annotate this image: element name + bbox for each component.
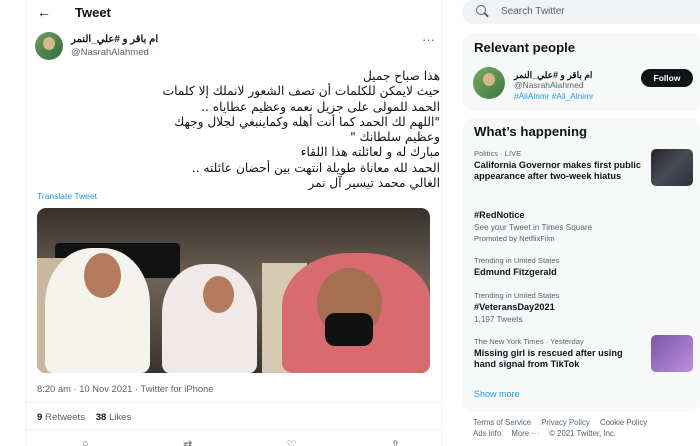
follow-button[interactable]: Follow [641,69,693,87]
tweet-line: حيث لايمكن للكلمات أن تصف الشعور لانملك … [162,84,440,99]
news-thumbnail[interactable] [651,335,693,372]
like-icon[interactable]: ♡ [287,438,297,446]
reply-icon[interactable]: ○ [82,438,89,446]
retweet-icon[interactable]: ⇄ [183,438,192,446]
search-placeholder[interactable]: Search Twitter [501,6,565,17]
search-icon [476,5,486,15]
tweet-photo[interactable] [37,208,430,373]
relevant-people-title: Relevant people [474,40,576,55]
tweet-stats: 9 Retweets 38 Likes [37,412,131,423]
search-bar[interactable]: Search Twitter [462,0,700,24]
divider [27,429,441,430]
author-name[interactable]: ام باقر و #علي_النمر [71,34,158,45]
footer-link[interactable]: More ··· [511,429,539,438]
divider [27,402,441,403]
promoted-label: Promoted by NetflixFilm [474,234,555,243]
footer-copyright: © 2021 Twitter, Inc. [549,429,616,438]
trend-kicker: Trending in United States [474,291,560,300]
trend-title[interactable]: #VeteransDay2021 [474,302,696,313]
tweet-line: هذا صباح جميل [362,69,440,83]
trend-item[interactable]: #RedNotice See your Tweet in Times Squar… [474,208,696,243]
trend-title[interactable]: California Governor makes first public a… [474,160,644,182]
trend-item[interactable]: Trending in United States Edmund Fitzger… [474,256,696,278]
author-avatar[interactable] [35,32,63,60]
right-sidebar: Search Twitter Relevant people ام باقر و… [462,0,700,446]
page-title: Tweet [75,5,111,20]
tweet-line: وعظيم سلطانك " [350,130,440,145]
retweets-label[interactable]: Retweets [45,412,85,423]
author-handle[interactable]: @NasrahAlahmed [71,47,149,58]
relevant-people-card: Relevant people ام باقر و #علي_النمر @Na… [463,33,700,111]
trend-title[interactable]: Missing girl is rescued after using hand… [474,348,644,370]
likes-count[interactable]: 38 [96,412,107,423]
whats-happening-title: What’s happening [474,124,588,139]
face-mask [325,313,373,346]
trend-kicker: Politics · LIVE [474,149,522,158]
footer-link[interactable]: Privacy Policy [541,418,590,427]
trend-subtitle: 1,197 Tweets [474,315,523,324]
footer-link[interactable]: Terms of Service [473,418,531,427]
relevant-handle[interactable]: @NasrahAlahmed [514,80,584,90]
trend-item[interactable]: Politics · LIVE California Governor make… [474,149,644,182]
tweet-timestamp[interactable]: 8:20 am · 10 Nov 2021 · Twitter for iPho… [37,383,213,394]
relevant-avatar[interactable] [473,67,505,99]
trend-kicker: Trending in United States [474,256,560,265]
trend-item[interactable]: The New York Times · Yesterday Missing g… [474,337,644,370]
tweet-text: هذا صباح جميل حيث لايمكن للكلمات أن تصف … [45,69,440,191]
twitter-page: ← Tweet ام باقر و #علي_النمر @NasrahAlah… [0,0,700,446]
retweets-count[interactable]: 9 [37,412,42,423]
trend-title[interactable]: Edmund Fitzgerald [474,267,696,278]
likes-label[interactable]: Likes [109,412,131,423]
tweet-line: مبارك له و لعائلته هذا اللقاء [300,145,440,160]
share-icon[interactable]: ⇧ [391,438,400,446]
trend-item[interactable]: Trending in United States #VeteransDay20… [474,291,696,324]
face [203,276,234,313]
tweet-line: الغالي محمد تيسير آل نمر [308,176,440,191]
tweet-header: ← Tweet [27,0,441,26]
face [84,253,121,298]
left-arrow-icon[interactable]: ← [37,4,51,20]
tweet-line: "اللهم لك الحمد كما أنت أهله وكماينبغي ل… [174,114,440,129]
trend-subtitle: See your Tweet in Times Square [474,223,593,232]
tweet-actions: ○ ⇄ ♡ ⇧ [82,438,400,446]
sidebar-footer: Terms of Service Privacy Policy Cookie P… [473,417,698,439]
news-thumbnail[interactable] [651,149,693,186]
tweet-line: الحمد لله معاناة طويلة انتهت بين أحضان ع… [191,160,440,175]
translate-tweet-link[interactable]: Translate Tweet [37,191,97,201]
footer-link[interactable]: Ads info [473,429,501,438]
more-options-icon[interactable]: ··· [422,32,435,47]
whats-happening-card: What’s happening Politics · LIVE Califor… [463,118,700,412]
tweet-author[interactable]: ام باقر و #علي_النمر @NasrahAlahmed ··· [35,32,435,62]
tweet-column: ← Tweet ام باقر و #علي_النمر @NasrahAlah… [26,0,442,446]
relevant-tags[interactable]: #AliAlnmr #Ali_Alnimr [514,91,594,101]
trend-title[interactable]: #RedNotice [474,210,696,221]
trend-kicker: The New York Times · Yesterday [474,337,584,346]
footer-link[interactable]: Cookie Policy [600,418,647,427]
tweet-line: الحمد للمولى على جزيل نعمه وعظيم عطاياه … [201,99,440,114]
show-more-link[interactable]: Show more [474,389,520,399]
